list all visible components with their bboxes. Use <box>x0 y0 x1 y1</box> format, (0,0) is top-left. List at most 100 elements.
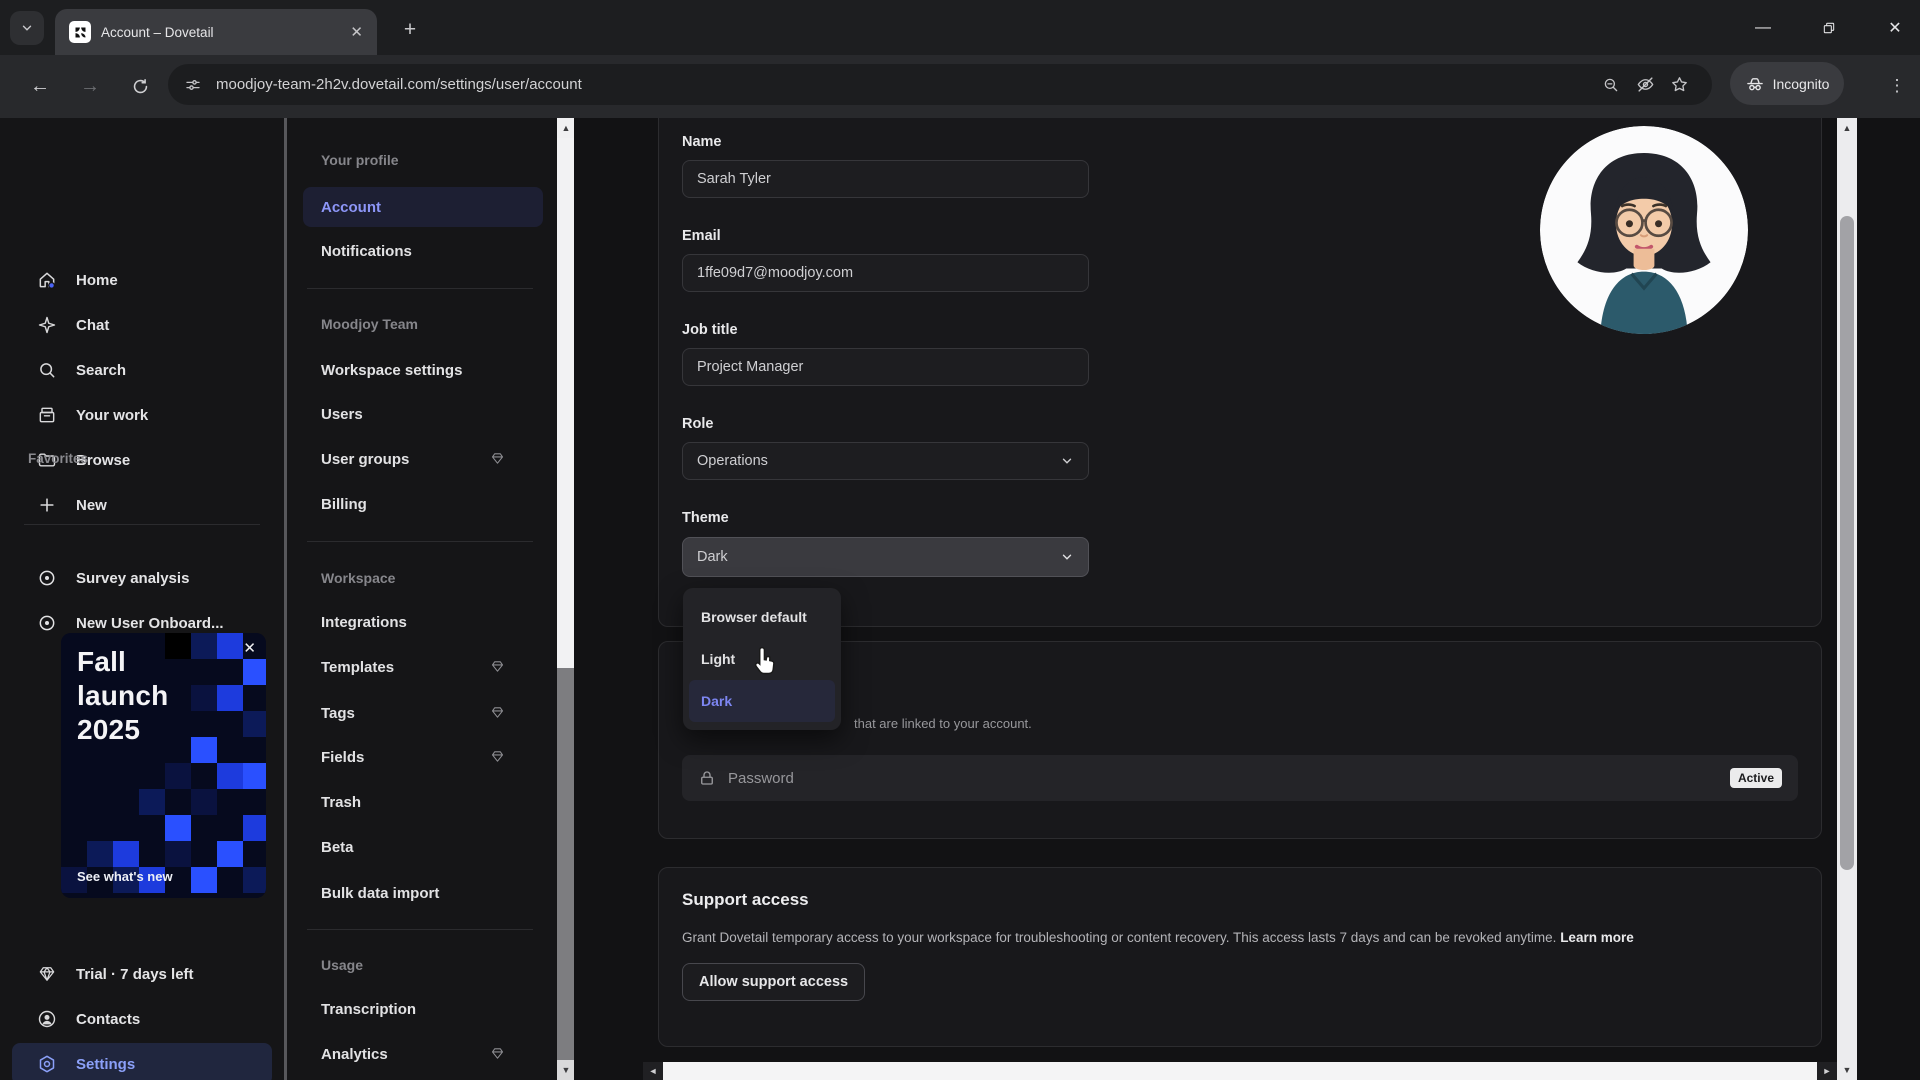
settings-nav-item-tags[interactable]: Tags <box>303 693 543 733</box>
settings-section-header: Usage <box>321 957 363 973</box>
sidebar-item-label: Your work <box>76 407 148 424</box>
scroll-down-icon[interactable]: ▼ <box>557 1060 575 1080</box>
window-minimize-button[interactable]: — <box>1740 10 1786 46</box>
settings-nav-item-user-groups[interactable]: User groups <box>303 439 543 479</box>
sidebar-item-trial[interactable]: Trial · 7 days left <box>12 953 272 995</box>
new-tab-button[interactable]: + <box>394 14 426 46</box>
lock-icon <box>698 769 716 787</box>
settings-nav-item-account[interactable]: Account <box>303 187 543 227</box>
incognito-badge[interactable]: Incognito <box>1730 62 1844 105</box>
name-input[interactable]: Sarah Tyler <box>682 160 1089 198</box>
settings-section-header: Workspace <box>321 570 395 586</box>
settings-nav-item-bulk-data-import[interactable]: Bulk data import <box>303 873 543 913</box>
sidebar-item-label: Search <box>76 362 126 379</box>
email-input[interactable]: 1ffe09d7@moodjoy.com <box>682 254 1089 292</box>
promo-link[interactable]: See what's new <box>77 869 173 884</box>
password-row[interactable]: Password Active <box>682 755 1798 801</box>
work-box-icon <box>36 405 58 425</box>
sidebar-item-chat[interactable]: Chat <box>12 304 272 346</box>
learn-more-link[interactable]: Learn more <box>1560 930 1634 945</box>
settings-nav-item-workspace-settings[interactable]: Workspace settings <box>303 350 543 390</box>
main-panel: Name Sarah Tyler Email 1ffe09d7@moodjoy.… <box>574 118 1837 1080</box>
sidebar-item-new[interactable]: New <box>12 484 272 526</box>
scroll-right-icon[interactable]: ► <box>1817 1062 1837 1080</box>
favorite-item-survey-analysis[interactable]: Survey analysis <box>12 557 272 599</box>
scrollbar-thumb[interactable] <box>557 138 575 668</box>
scroll-down-icon[interactable]: ▼ <box>1837 1060 1857 1080</box>
scrollbar-thumb[interactable] <box>663 1062 1817 1080</box>
settings-nav-item-integrations[interactable]: Integrations <box>303 602 543 642</box>
role-select[interactable]: Operations <box>682 442 1089 480</box>
browser-tab[interactable]: Account – Dovetail ✕ <box>55 9 377 55</box>
promo-card[interactable]: Fall launch 2025 See what's new ✕ <box>61 633 266 898</box>
url-text[interactable]: moodjoy-team-2h2v.dovetail.com/settings/… <box>216 76 1594 93</box>
page-scrollbar[interactable]: ▲ ▼ <box>1837 118 1857 1080</box>
password-placeholder: Password <box>728 770 1730 787</box>
settings-nav-item-trash[interactable]: Trash <box>303 782 543 822</box>
target-icon <box>36 568 58 588</box>
screen: Account – Dovetail ✕ + — ✕ ← → moodjoy-t… <box>0 0 1920 1080</box>
browser-menu-button[interactable]: ⋮ <box>1880 66 1914 106</box>
scroll-left-icon[interactable]: ◄ <box>643 1062 663 1080</box>
bookmark-star-icon[interactable] <box>1662 68 1696 102</box>
sidebar-item-search[interactable]: Search <box>12 349 272 391</box>
scroll-up-icon[interactable]: ▲ <box>557 118 575 138</box>
dovetail-favicon-icon <box>69 21 91 43</box>
settings-section-header: Moodjoy Team <box>321 316 418 332</box>
sidebar-item-home[interactable]: Home <box>12 259 272 301</box>
horizontal-scrollbar[interactable]: ◄ ► <box>643 1062 1837 1080</box>
sidebar-item-label: Settings <box>76 1056 135 1073</box>
reload-button[interactable] <box>120 66 160 106</box>
favorite-item-label: Survey analysis <box>76 570 189 587</box>
tab-search-button[interactable] <box>10 11 44 45</box>
theme-label: Theme <box>682 510 729 526</box>
promo-close-icon[interactable]: ✕ <box>243 639 256 657</box>
settings-nav-item-templates[interactable]: Templates <box>303 647 543 687</box>
mouse-cursor <box>750 646 778 683</box>
settings-section-header: Your profile <box>321 152 399 168</box>
settings-nav-divider <box>307 288 533 289</box>
chevron-down-icon <box>1060 454 1074 468</box>
zoom-icon[interactable] <box>1594 68 1628 102</box>
gem-badge-icon <box>490 705 505 725</box>
gem-badge-icon <box>490 1046 505 1066</box>
scroll-up-icon[interactable]: ▲ <box>1837 118 1857 138</box>
tab-close-icon[interactable]: ✕ <box>350 23 363 41</box>
email-label: Email <box>682 228 721 244</box>
sidebar-item-label: Home <box>76 272 118 289</box>
sidebar-item-label: New <box>76 497 107 514</box>
avatar[interactable] <box>1540 126 1748 334</box>
chevron-down-icon <box>1060 550 1074 564</box>
theme-option-dark[interactable]: Dark <box>689 680 835 722</box>
eye-off-icon[interactable] <box>1628 68 1662 102</box>
gem-badge-icon <box>490 749 505 769</box>
window-close-button[interactable]: ✕ <box>1872 10 1918 46</box>
settings-nav-item-billing[interactable]: Billing <box>303 484 543 524</box>
job-title-input[interactable]: Project Manager <box>682 348 1089 386</box>
scrollbar-thumb[interactable] <box>1840 216 1854 870</box>
settings-nav-scrollbar[interactable]: ▲ ▼ <box>557 118 575 1080</box>
theme-select[interactable]: Dark <box>682 537 1089 577</box>
settings-nav-item-analytics[interactable]: Analytics <box>303 1034 543 1074</box>
allow-support-access-button[interactable]: Allow support access <box>682 963 865 1001</box>
sidebar-item-label: Trial · 7 days left <box>76 966 194 983</box>
forward-button[interactable]: → <box>70 66 110 106</box>
sidebar-item-contacts[interactable]: Contacts <box>12 998 272 1040</box>
settings-nav-item-fields[interactable]: Fields <box>303 737 543 777</box>
settings-nav-item-transcription[interactable]: Transcription <box>303 989 543 1029</box>
theme-option-browser-default[interactable]: Browser default <box>689 596 835 638</box>
address-bar[interactable]: moodjoy-team-2h2v.dovetail.com/settings/… <box>168 64 1712 105</box>
sidebar-item-settings[interactable]: Settings <box>12 1043 272 1080</box>
back-button[interactable]: ← <box>20 66 60 106</box>
incognito-icon <box>1745 74 1765 94</box>
chevron-down-icon <box>20 21 34 35</box>
sidebar-item-your-work[interactable]: Your work <box>12 394 272 436</box>
window-restore-button[interactable] <box>1806 10 1852 46</box>
sidebar-item-label: Contacts <box>76 1011 140 1028</box>
settings-nav-item-users[interactable]: Users <box>303 394 543 434</box>
settings-nav-item-beta[interactable]: Beta <box>303 827 543 867</box>
settings-nav-item-notifications[interactable]: Notifications <box>303 231 543 271</box>
site-settings-icon[interactable] <box>184 76 202 94</box>
support-access-card <box>658 867 1822 1047</box>
settings-nav-divider <box>307 929 533 930</box>
